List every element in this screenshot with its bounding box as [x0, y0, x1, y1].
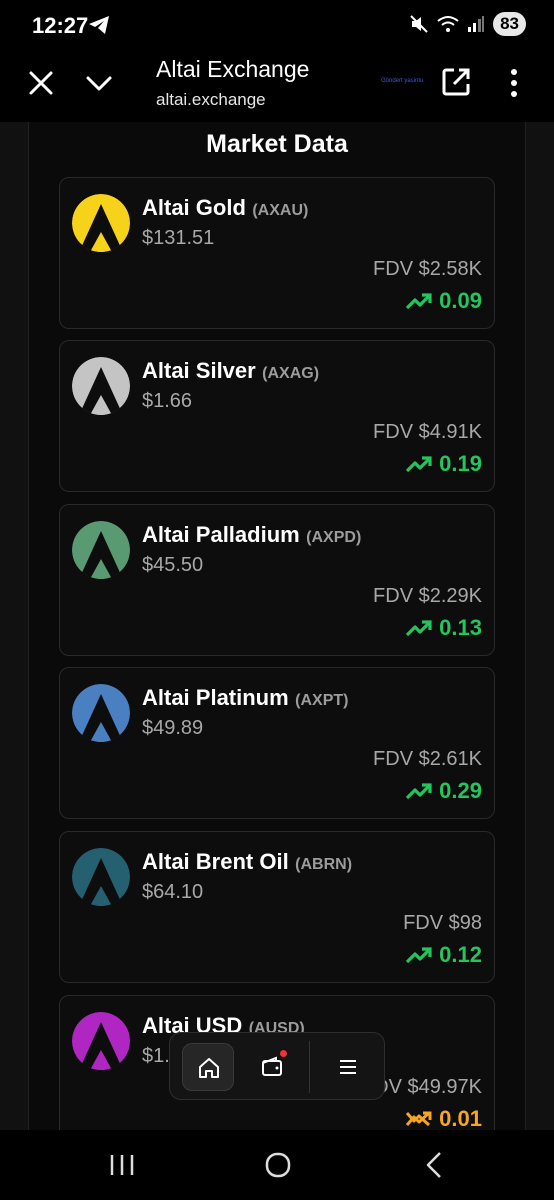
notification-dot: [280, 1050, 287, 1057]
home-button[interactable]: [182, 1043, 234, 1091]
trend-up-icon: [406, 947, 432, 964]
chevron-down-icon[interactable]: [84, 68, 114, 98]
asset-change: 0.29: [405, 778, 482, 804]
more-options-icon[interactable]: [504, 66, 524, 100]
menu-icon: [340, 1060, 356, 1074]
asset-symbol: (AXAG): [262, 365, 320, 382]
asset-change: 0.01: [405, 1106, 482, 1130]
wallet-button[interactable]: [246, 1043, 298, 1091]
asset-symbol: (AXAU): [252, 202, 309, 219]
market-data-title: Market Data: [206, 130, 348, 158]
wallet-icon: [262, 1056, 282, 1076]
asset-name-row: Altai Palladium (AXPD): [142, 522, 361, 548]
battery-indicator: 83: [493, 12, 526, 36]
page-title: Altai Exchange: [156, 56, 310, 82]
asset-logo-icon: [72, 848, 130, 906]
asset-name: Altai Gold: [142, 195, 246, 220]
floating-nav: [169, 1032, 385, 1100]
trend-mixed-icon: [406, 1111, 432, 1127]
asset-logo-icon: [72, 1012, 130, 1070]
mute-icon: [410, 15, 428, 33]
asset-name: Altai Silver: [142, 358, 256, 383]
close-icon[interactable]: [26, 68, 56, 98]
asset-symbol: (ABRN): [295, 856, 353, 873]
status-time: 12:27: [32, 13, 89, 38]
header-tag: Göndert yasintu: [381, 78, 424, 84]
asset-name: Altai Brent Oil: [142, 849, 289, 874]
asset-name-row: Altai Silver (AXAG): [142, 358, 319, 384]
wifi-icon: [437, 16, 459, 32]
asset-name-row: Altai Gold (AXAU): [142, 195, 308, 221]
asset-name-row: Altai Platinum (AXPT): [142, 685, 348, 711]
open-external-icon[interactable]: [440, 66, 472, 98]
asset-logo-icon: [72, 357, 130, 415]
asset-change-value: 0.01: [439, 1106, 482, 1130]
asset-change-value: 0.09: [439, 288, 482, 313]
asset-name: Altai Platinum: [142, 685, 289, 710]
home-icon: [199, 1058, 219, 1078]
trend-up-icon: [406, 293, 432, 310]
nav-divider: [309, 1041, 310, 1093]
asset-symbol: (AXPT): [295, 692, 349, 709]
asset-price: $49.89: [142, 717, 204, 739]
menu-button[interactable]: [322, 1043, 374, 1091]
trend-up-icon: [406, 456, 432, 473]
asset-fdv: FDV $98: [403, 912, 482, 934]
recent-apps-icon[interactable]: [108, 1152, 136, 1178]
asset-fdv: FDV $4.91K: [373, 421, 482, 443]
asset-price: $64.10: [142, 881, 204, 903]
signal-icon: [468, 16, 485, 32]
asset-change-value: 0.13: [439, 615, 482, 640]
asset-card[interactable]: Altai Palladium (AXPD) $45.50 FDV $2.29K 0.…: [59, 504, 495, 656]
browser-header: Altai Exchange altai.exchange Göndert ya…: [0, 50, 554, 122]
asset-price: $45.50: [142, 554, 204, 576]
asset-change: 0.12: [405, 942, 482, 968]
asset-card[interactable]: Altai Brent Oil (ABRN) $64.10 FDV $98 0.12: [59, 831, 495, 983]
trend-up-icon: [406, 620, 432, 637]
asset-change: 0.19: [405, 451, 482, 477]
asset-fdv: FDV $2.58K: [373, 258, 482, 280]
asset-change: 0.09: [405, 288, 482, 314]
asset-symbol: (AXPD): [306, 529, 362, 546]
status-bar: 12:27 83: [0, 0, 554, 50]
asset-name-row: Altai Brent Oil (ABRN): [142, 849, 352, 875]
asset-name: Altai Palladium: [142, 522, 300, 547]
asset-price: $1.66: [142, 390, 193, 412]
asset-logo-icon: [72, 684, 130, 742]
asset-change-value: 0.29: [439, 778, 482, 803]
asset-card[interactable]: Altai Silver (AXAG) $1.66 FDV $4.91K 0.19: [59, 340, 495, 492]
asset-card[interactable]: Altai Gold (AXAU) $131.51 FDV $2.58K 0.09: [59, 177, 495, 329]
system-nav-bar: [0, 1130, 554, 1200]
page-content: Market Data Altai Gold (AXAU) $131.51 FDV …: [0, 122, 554, 1130]
asset-change: 0.13: [405, 615, 482, 641]
page-url: altai.exchange: [156, 90, 266, 109]
system-home-icon[interactable]: [264, 1151, 292, 1179]
telegram-icon: [89, 16, 109, 34]
asset-fdv: FDV $2.29K: [373, 585, 482, 607]
asset-change-value: 0.19: [439, 451, 482, 476]
asset-price: $131.51: [142, 227, 215, 249]
asset-logo-icon: [72, 194, 130, 252]
asset-logo-icon: [72, 521, 130, 579]
trend-up-icon: [406, 783, 432, 800]
asset-card[interactable]: Altai Platinum (AXPT) $49.89 FDV $2.61K 0.2…: [59, 667, 495, 819]
back-icon[interactable]: [422, 1150, 446, 1180]
asset-fdv: FDV $2.61K: [373, 748, 482, 770]
asset-change-value: 0.12: [439, 942, 482, 967]
